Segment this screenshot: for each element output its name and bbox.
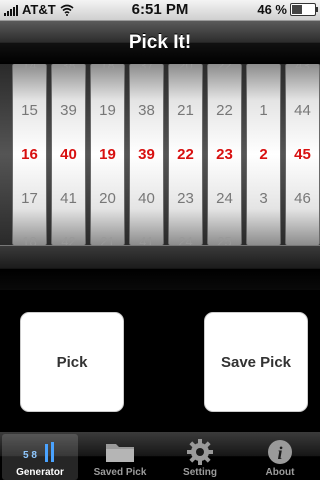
tab-bar: 5 8 Generator Saved Pick Setting i About xyxy=(0,432,320,480)
info-icon: i xyxy=(266,437,294,467)
picker-value: 25 xyxy=(217,234,232,245)
picker-value: 43 xyxy=(295,64,310,73)
picker-selected-value: 2 xyxy=(259,146,268,163)
picker-wheel-4[interactable]: 37 38 39 40 41 xyxy=(129,64,164,245)
tab-generator-label: Generator xyxy=(16,467,64,478)
picker-value: 21 xyxy=(100,234,115,245)
tab-saved-pick-label: Saved Pick xyxy=(93,467,147,478)
battery-percent: 46 % xyxy=(257,2,287,17)
picker-value: 38 xyxy=(138,102,155,119)
picker-value: 22 xyxy=(216,102,233,119)
picker-value: 23 xyxy=(177,190,194,207)
picker-value: 20 xyxy=(178,64,193,73)
picker-value: 42 xyxy=(61,234,76,245)
gear-icon xyxy=(186,437,214,467)
picker-value: 3 xyxy=(259,190,268,207)
number-picker[interactable]: 14 15 16 17 18 38 39 40 41 42 18 19 19 20 21 37 38 39 40 41… xyxy=(0,64,320,245)
tab-setting-label: Setting xyxy=(183,467,217,478)
picker-selected-value: 45 xyxy=(294,146,311,163)
picker-value: 20 xyxy=(99,190,116,207)
picker-selected-value: 19 xyxy=(99,146,116,163)
svg-text:5 8: 5 8 xyxy=(23,450,37,461)
picker-value: 1 xyxy=(259,102,268,119)
status-right: 46 % xyxy=(257,2,318,17)
picker-bottom-bar xyxy=(0,245,320,291)
page-title: Pick It! xyxy=(0,21,320,64)
picker-selected-value: 39 xyxy=(138,146,155,163)
picker-value: 15 xyxy=(21,102,38,119)
picker-value: 18 xyxy=(22,234,37,245)
picker-wheel-5[interactable]: 20 21 22 23 24 xyxy=(168,64,203,245)
main-area: Pick Save Pick xyxy=(0,290,320,432)
picker-wheel-6[interactable]: 22 22 23 24 25 xyxy=(207,64,242,245)
picker-selected-value: 16 xyxy=(21,146,38,163)
picker-value: 41 xyxy=(139,234,154,245)
generator-icon: 5 8 xyxy=(20,437,60,467)
picker-value: 39 xyxy=(60,102,77,119)
battery-icon xyxy=(290,3,318,16)
pick-button[interactable]: Pick xyxy=(20,312,124,412)
picker-value: 22 xyxy=(217,64,232,73)
picker-wheel-7[interactable]: 1 2 3 xyxy=(246,64,281,245)
tab-about[interactable]: i About xyxy=(242,434,318,480)
tab-setting[interactable]: Setting xyxy=(162,434,238,480)
tab-saved-pick[interactable]: Saved Pick xyxy=(82,434,158,480)
svg-text:i: i xyxy=(277,443,282,463)
picker-wheel-1[interactable]: 14 15 16 17 18 xyxy=(12,64,47,245)
picker-selected-value: 22 xyxy=(177,146,194,163)
picker-value: 40 xyxy=(138,190,155,207)
picker-value: 14 xyxy=(22,64,37,73)
status-bar: AT&T 6:51 PM 46 % xyxy=(0,0,320,21)
picker-value: 24 xyxy=(178,234,193,245)
picker-value: 18 xyxy=(100,64,115,73)
picker-value: 17 xyxy=(21,190,38,207)
picker-value: 41 xyxy=(60,190,77,207)
save-pick-button[interactable]: Save Pick xyxy=(204,312,308,412)
picker-wheel-3[interactable]: 18 19 19 20 21 xyxy=(90,64,125,245)
tab-generator[interactable]: 5 8 Generator xyxy=(2,434,78,480)
picker-value: 44 xyxy=(294,102,311,119)
picker-selected-value: 40 xyxy=(60,146,77,163)
picker-value: 37 xyxy=(139,64,154,73)
picker-wheel-8[interactable]: 43 44 45 46 xyxy=(285,64,320,245)
picker-value: 19 xyxy=(99,102,116,119)
picker-value: 46 xyxy=(294,190,311,207)
picker-value: 38 xyxy=(61,64,76,73)
folder-icon xyxy=(104,437,136,467)
picker-wheel-2[interactable]: 38 39 40 41 42 xyxy=(51,64,86,245)
tab-about-label: About xyxy=(265,467,295,478)
picker-value: 21 xyxy=(177,102,194,119)
picker-value: 24 xyxy=(216,190,233,207)
picker-selected-value: 23 xyxy=(216,146,233,163)
